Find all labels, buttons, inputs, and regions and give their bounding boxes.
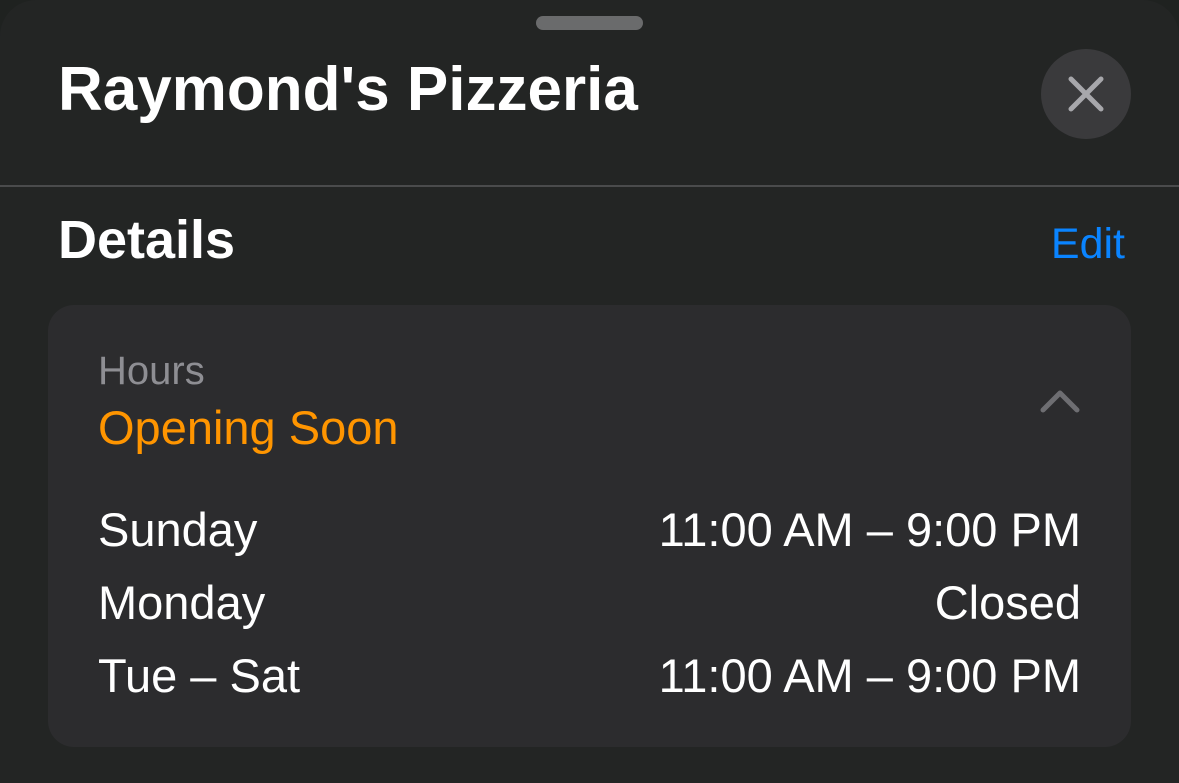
hours-day: Monday [98, 576, 266, 629]
hours-status: Opening Soon [98, 401, 399, 454]
hours-row: Tue – Sat 11:00 AM – 9:00 PM [98, 644, 1081, 708]
hours-row: Sunday 11:00 AM – 9:00 PM [98, 498, 1081, 562]
hours-card[interactable]: Hours Opening Soon Sunday 11:00 AM – 9:0… [48, 305, 1131, 747]
details-section-title: Details [58, 210, 236, 270]
close-button[interactable] [1041, 49, 1131, 139]
close-icon [1068, 76, 1104, 112]
sheet-grabber-handle[interactable] [536, 16, 643, 30]
edit-button[interactable]: Edit [1051, 215, 1125, 273]
chevron-up-icon[interactable] [1038, 385, 1082, 417]
hours-time: Closed [934, 576, 1081, 629]
hours-time: 11:00 AM – 9:00 PM [658, 649, 1081, 702]
hours-row: Monday Closed [98, 571, 1081, 635]
header-divider [0, 185, 1179, 187]
place-title: Raymond's Pizzeria [58, 55, 638, 124]
hours-day: Sunday [98, 503, 258, 556]
hours-label: Hours [98, 349, 205, 393]
hours-time: 11:00 AM – 9:00 PM [658, 503, 1081, 556]
hours-day: Tue – Sat [98, 649, 301, 702]
place-card-sheet: Raymond's Pizzeria Details Edit Hours Op… [0, 0, 1179, 783]
